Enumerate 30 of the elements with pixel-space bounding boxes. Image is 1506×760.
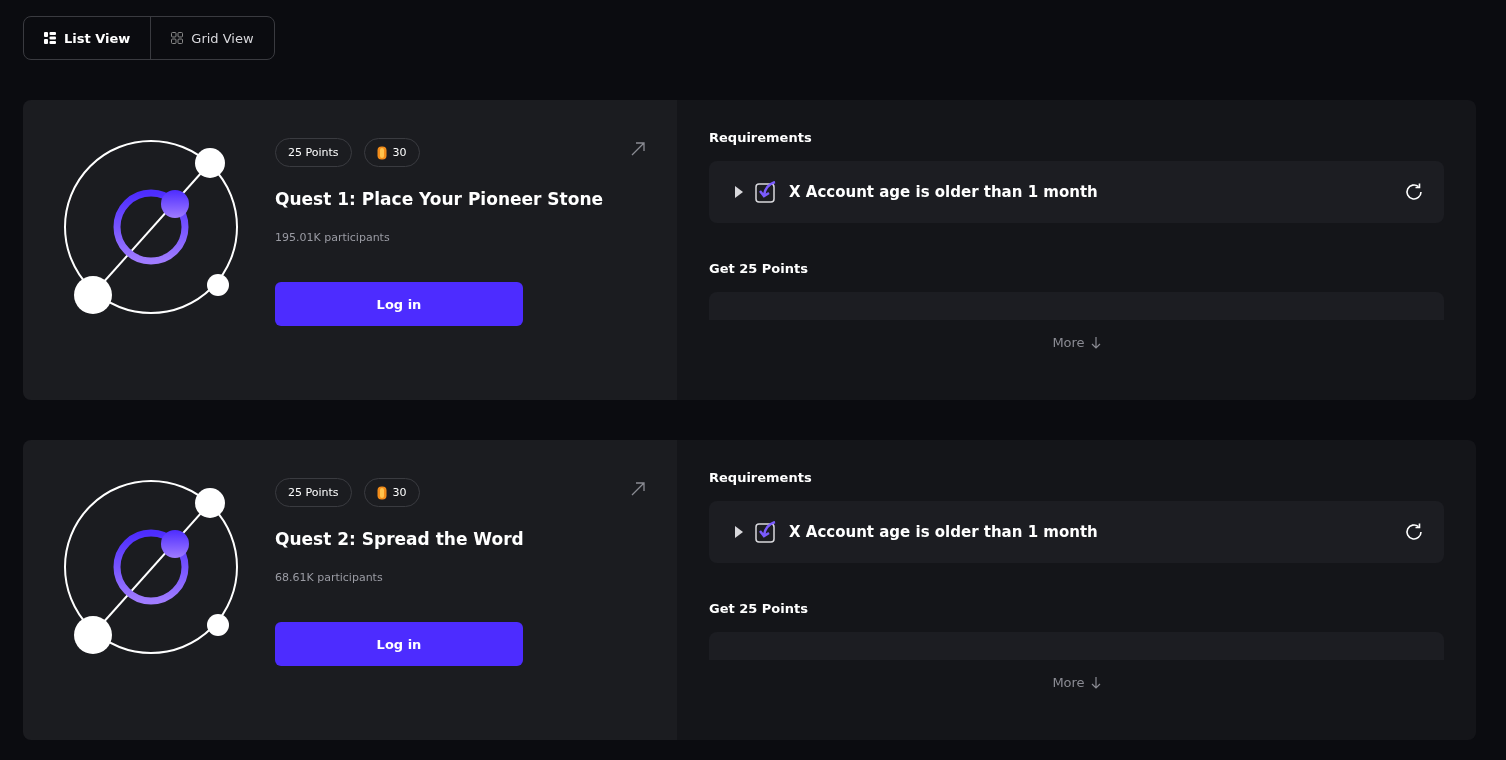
gem-icon: [376, 485, 387, 500]
refresh-icon[interactable]: [1404, 522, 1424, 542]
section-heading: Requirements: [709, 470, 813, 485]
list-view-tab[interactable]: List View: [24, 17, 151, 59]
section-heading: Get 25 Points: [709, 601, 809, 616]
down-arrow-icon: [1090, 676, 1101, 689]
participant-count: 68.61K participants: [275, 571, 383, 584]
quest-title: Quest 1: Place Your Pioneer Stone: [275, 189, 604, 209]
gem-icon: [376, 145, 387, 160]
participant-count: 195.01K participants: [275, 231, 390, 244]
task-row[interactable]: X Account age is older than 1 month: [709, 501, 1444, 563]
task-label: X Account age is older than 1 month: [789, 523, 1099, 541]
caret-icon: [735, 526, 743, 538]
grid-icon: [171, 32, 184, 44]
quest-title: Quest 2: Spread the Word: [275, 529, 524, 549]
down-arrow-icon: [1090, 336, 1101, 349]
list-icon: [44, 32, 56, 44]
task-row[interactable]: X Account age is older than 1 month: [709, 161, 1444, 223]
refresh-icon[interactable]: [1404, 182, 1424, 202]
login-button[interactable]: Log in: [275, 282, 523, 326]
grid-view-tab[interactable]: Grid View: [150, 17, 274, 59]
login-button[interactable]: Log in: [275, 622, 523, 666]
section-heading: Get 25 Points: [709, 261, 809, 276]
more-button[interactable]: More: [1046, 674, 1107, 691]
caret-icon: [735, 186, 743, 198]
external-link-icon[interactable]: [631, 482, 645, 496]
section-heading: Requirements: [709, 130, 813, 145]
external-link-icon[interactable]: [631, 142, 645, 156]
more-button[interactable]: More: [1046, 334, 1107, 351]
task-label: X Account age is older than 1 month: [789, 183, 1099, 201]
